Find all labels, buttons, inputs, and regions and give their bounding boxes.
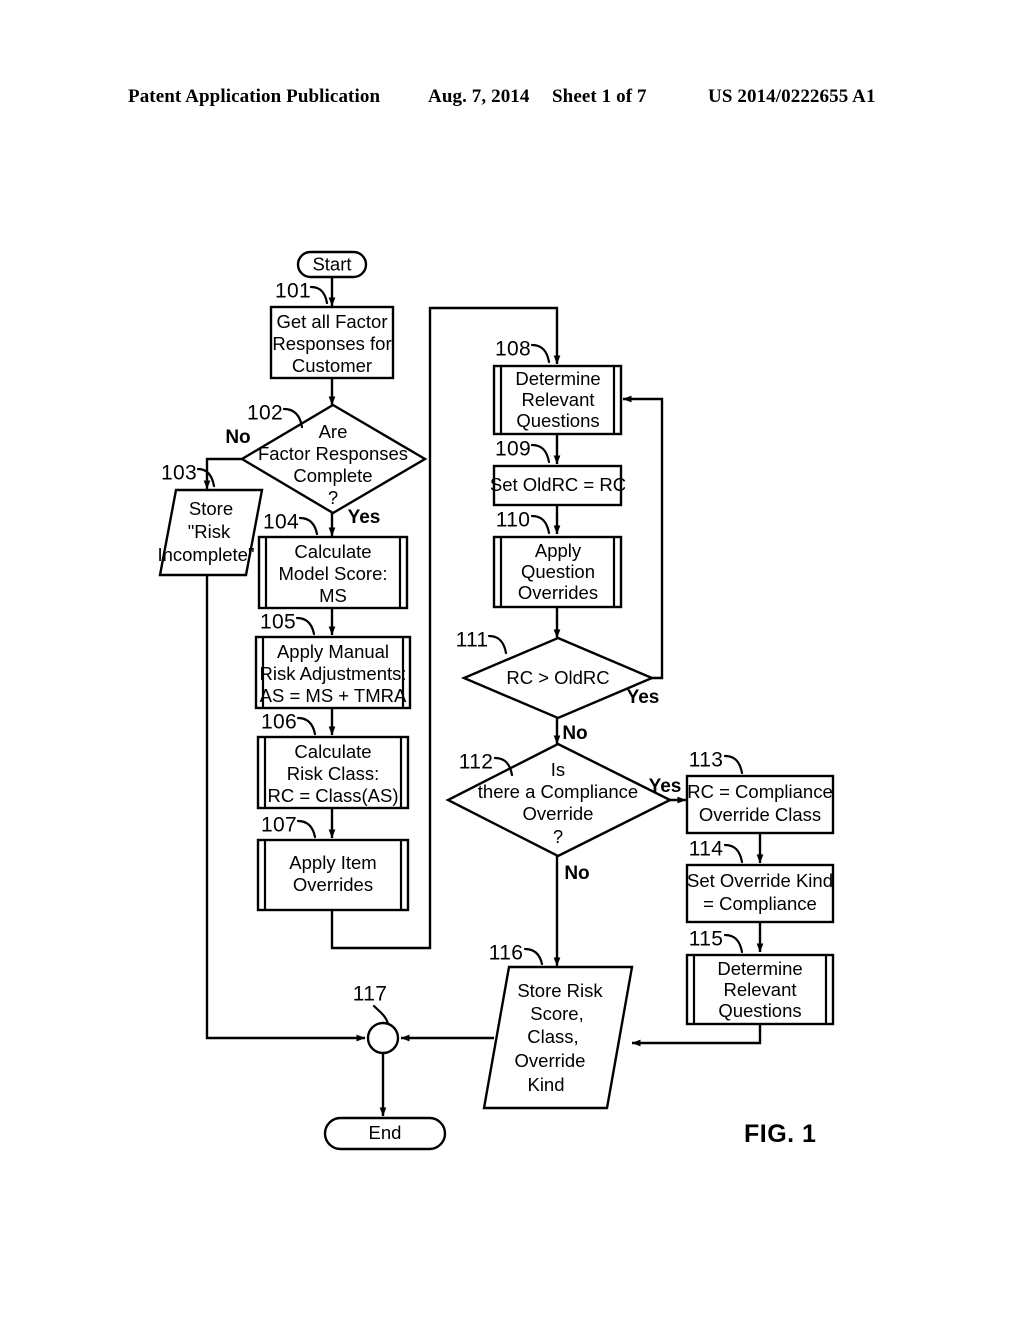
node-110-line-2: Question — [521, 561, 595, 582]
node-110-line-3: Overrides — [518, 582, 598, 603]
node-103-line-1: Store — [189, 498, 233, 519]
node-start-label: Start — [312, 253, 351, 274]
figure-label: FIG. 1 — [744, 1120, 817, 1148]
node-111-rc-greater-oldrc: RC > OldRC — [460, 636, 656, 720]
edge-102-no-to-103 — [203, 457, 242, 490]
node-102-line-2: Factor Responses — [258, 443, 408, 464]
node-116-line-1: Store Risk — [517, 980, 603, 1001]
node-114-set-override-kind: Set Override Kind = Compliance — [685, 863, 835, 924]
node-113-line-2: Override Class — [699, 804, 821, 825]
ref-numeral-110: 110 — [496, 509, 530, 532]
node-end: End — [323, 1116, 447, 1151]
node-108-line-3: Questions — [516, 410, 599, 431]
ref-numeral-104: 104 — [263, 511, 299, 534]
node-101-line-1: Get all Factor — [276, 311, 387, 332]
ref-numeral-116: 116 — [489, 942, 523, 965]
ref-numeral-111: 111 — [456, 629, 489, 652]
node-104-line-3: MS — [319, 585, 347, 606]
node-113-line-1: RC = Compliance — [687, 781, 833, 802]
node-101-line-3: Customer — [292, 355, 372, 376]
ref-numeral-115: 115 — [689, 928, 723, 951]
branch-label-102-yes: Yes — [348, 507, 381, 528]
node-111-line-1: RC > OldRC — [506, 667, 609, 688]
node-113-rc-equals-compliance-override-class: RC = Compliance Override Class — [685, 774, 835, 835]
node-115-line-3: Questions — [718, 1000, 801, 1021]
node-106-line-1: Calculate — [294, 741, 371, 762]
node-115-line-1: Determine — [717, 958, 802, 979]
node-116-line-5: Kind — [527, 1074, 564, 1095]
node-109-set-oldrc: Set OldRC = RC — [490, 464, 626, 507]
reference-numerals: 101 102 103 104 105 106 107 108 109 110 … — [161, 280, 744, 1026]
patent-figure-page: Patent Application Publication Aug. 7, 2… — [0, 0, 1024, 1320]
node-102-line-4: ? — [328, 487, 338, 508]
node-107-line-2: Overrides — [293, 874, 373, 895]
node-108-determine-relevant-questions: Determine Relevant Questions — [492, 364, 623, 436]
node-110-line-1: Apply — [535, 540, 582, 561]
node-106-calculate-risk-class: Calculate Risk Class: RC = Class(AS) — [256, 735, 410, 810]
node-start: Start — [296, 250, 368, 279]
node-105-line-3: AS = MS + TMRA — [260, 685, 407, 706]
node-102-line-3: Complete — [293, 465, 372, 486]
node-103-line-2: "Risk — [188, 521, 231, 542]
branch-label-102-no: No — [225, 427, 250, 448]
ref-numeral-102: 102 — [247, 402, 283, 425]
ref-numeral-103: 103 — [161, 462, 197, 485]
node-105-line-1: Apply Manual — [277, 641, 389, 662]
ref-numeral-106: 106 — [261, 711, 297, 734]
node-106-line-2: Risk Class: — [287, 763, 380, 784]
node-112-line-2: there a Compliance — [478, 781, 638, 802]
node-114-line-2: = Compliance — [703, 893, 817, 914]
ref-numeral-105: 105 — [260, 611, 296, 634]
node-112-line-1: Is — [551, 759, 565, 780]
flowchart-diagram: Start Get all Factor Responses for Custo… — [157, 250, 835, 1151]
ref-numeral-109: 109 — [495, 438, 531, 461]
node-end-label: End — [369, 1122, 402, 1143]
node-105-apply-manual-risk-adjustments: Apply Manual Risk Adjustments: AS = MS +… — [254, 635, 412, 710]
node-115-determine-relevant-questions: Determine Relevant Questions — [685, 953, 835, 1026]
node-104-calculate-model-score: Calculate Model Score: MS — [257, 535, 409, 610]
node-105-line-2: Risk Adjustments: — [259, 663, 406, 684]
node-104-line-2: Model Score: — [279, 563, 388, 584]
node-106-line-3: RC = Class(AS) — [267, 785, 398, 806]
ref-numeral-117: 117 — [353, 983, 387, 1006]
ref-numeral-107: 107 — [261, 814, 297, 837]
node-112-line-4: ? — [553, 826, 563, 847]
node-108-line-2: Relevant — [521, 389, 594, 410]
node-114-line-1: Set Override Kind — [687, 870, 833, 891]
branch-label-112-yes: Yes — [649, 776, 682, 797]
node-103-store-risk-incomplete: Store "Risk Incomplete" — [157, 488, 264, 577]
edge-115-to-116 — [631, 1024, 762, 1047]
node-116-line-2: Score, — [530, 1003, 583, 1024]
ref-numeral-114: 114 — [689, 838, 723, 861]
ref-numeral-108: 108 — [495, 338, 531, 361]
node-116-line-3: Class, — [527, 1026, 578, 1047]
branch-label-111-no: No — [562, 723, 587, 744]
node-116-store-risk-score-class-override-kind: Store Risk Score, Class, Override Kind — [482, 965, 634, 1110]
node-102-line-1: Are — [319, 421, 348, 442]
node-108-line-1: Determine — [515, 368, 600, 389]
node-107-line-1: Apply Item — [289, 852, 376, 873]
node-101-get-all-factor-responses: Get all Factor Responses for Customer — [269, 305, 395, 380]
node-110-apply-question-overrides: Apply Question Overrides — [492, 535, 623, 609]
node-112-line-3: Override — [523, 803, 594, 824]
node-115-line-2: Relevant — [723, 979, 796, 1000]
ref-numeral-113: 113 — [689, 749, 723, 772]
node-116-line-4: Override — [515, 1050, 586, 1071]
ref-numeral-101: 101 — [275, 280, 311, 303]
branch-label-111-yes: Yes — [627, 687, 660, 708]
branch-label-112-no: No — [564, 863, 589, 884]
node-104-line-1: Calculate — [294, 541, 371, 562]
ref-numeral-112: 112 — [459, 751, 493, 774]
node-117-junction — [366, 1021, 400, 1055]
node-101-line-2: Responses for — [272, 333, 391, 354]
node-103-line-3: Incomplete" — [157, 544, 254, 565]
node-107-apply-item-overrides: Apply Item Overrides — [256, 838, 410, 912]
node-109-line-1: Set OldRC = RC — [490, 474, 626, 495]
edge-111-yes-to-108 — [622, 395, 664, 680]
